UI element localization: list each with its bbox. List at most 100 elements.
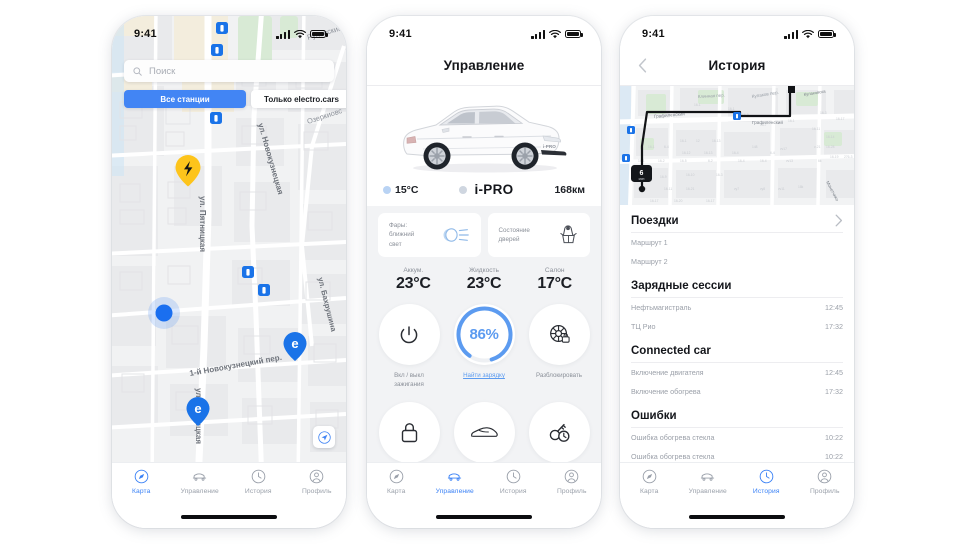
svg-text:16-3: 16-3 xyxy=(820,111,827,115)
svg-text:e: e xyxy=(194,401,201,416)
svg-text:16-1: 16-1 xyxy=(680,139,687,143)
key-clock-action[interactable] xyxy=(528,401,590,463)
section-header-trips[interactable]: Поездки xyxy=(631,205,843,232)
doors-card[interactable]: Состояние дверей xyxy=(487,213,590,257)
route-startpoint xyxy=(638,185,646,193)
wheel-lock-icon xyxy=(549,325,570,343)
svg-text:16-28: 16-28 xyxy=(826,145,835,149)
back-button[interactable] xyxy=(632,56,652,76)
map-view[interactable]: Руновский Озеркиовс ул. Пятницкая ул. Но… xyxy=(112,16,346,462)
tab-profile[interactable]: Профиль xyxy=(546,468,598,495)
svg-text:16-4: 16-4 xyxy=(732,151,739,155)
list-item-label: Ошибка обогрева стекла xyxy=(631,452,715,461)
list-item[interactable]: Ошибка обогрева стекла 10:22 xyxy=(631,428,843,447)
tab-history[interactable]: История xyxy=(487,468,539,495)
list-item[interactable]: Нефтьмагистраль 12:45 xyxy=(631,298,843,317)
temp-battery-caption: Аккум. xyxy=(403,267,424,274)
battery-ring-button[interactable]: 86% xyxy=(453,304,515,365)
tab-history[interactable]: История xyxy=(740,468,792,495)
doors-label: Состояние дверей xyxy=(498,226,530,243)
list-item-time: 12:45 xyxy=(825,368,843,377)
ignition-button[interactable] xyxy=(378,304,440,365)
lock-action[interactable] xyxy=(378,401,440,463)
svg-text:16-21: 16-21 xyxy=(686,187,695,191)
car-model-label: i-PRO xyxy=(474,182,514,197)
tab-control[interactable]: Управление xyxy=(682,468,734,495)
list-item[interactable]: Маршрут 2 xyxy=(631,252,843,271)
headlights-card[interactable]: Фары: ближний свет xyxy=(378,213,481,257)
key-clock-button[interactable] xyxy=(528,401,590,463)
list-item[interactable]: Маршрут 1 xyxy=(631,233,843,252)
route-map[interactable]: 16-1 12 16-13 16-12 16-13 16-4 16-1 6-4 16-1 1… xyxy=(620,86,854,205)
svg-text:16-3: 16-3 xyxy=(716,173,723,177)
compass-icon xyxy=(134,468,149,485)
temp-cabin-caption: Салон xyxy=(544,267,565,274)
temp-fluid-caption: Жидкость xyxy=(469,267,499,274)
chevron-right-icon[interactable] xyxy=(835,214,843,227)
car-outline-action[interactable] xyxy=(453,401,515,463)
section-header-charging[interactable]: Зарядные сессии xyxy=(631,271,843,297)
car-status-row: 15°C i-PRO 168км xyxy=(367,178,601,206)
unlock-button[interactable] xyxy=(528,304,590,365)
list-item[interactable]: Ошибка обогрева стекла 10:22 xyxy=(631,447,843,462)
list-item[interactable]: Включение обогрева 17:32 xyxy=(631,382,843,401)
car-model: i-PRO xyxy=(459,182,513,197)
ignition-action[interactable]: Вкл / выкл зажигания xyxy=(378,304,440,390)
status-dot-icon xyxy=(459,185,468,194)
find-charge-action[interactable]: 86% Найти зарядку xyxy=(453,304,515,390)
search-icon xyxy=(133,66,142,76)
svg-text:16-11: 16-11 xyxy=(812,127,820,131)
temperature-row: Аккум. 23°C Жидкость 23°C Салон 17°C xyxy=(378,267,590,293)
locate-me-button[interactable] xyxy=(313,426,335,448)
tab-profile[interactable]: Профиль xyxy=(291,468,343,495)
tab-map[interactable]: Карта xyxy=(370,468,422,495)
car-outline-button[interactable] xyxy=(453,401,515,463)
unlock-action[interactable]: Разблокировать xyxy=(528,304,590,390)
svg-text:мин: мин xyxy=(639,177,645,181)
svg-text:e: e xyxy=(291,336,298,351)
tab-bar: Карта Управление История Профиль xyxy=(112,462,346,506)
section-title: Зарядные сессии xyxy=(631,280,732,292)
tab-control[interactable]: Управление xyxy=(174,468,226,495)
tab-profile[interactable]: Профиль xyxy=(799,468,851,495)
control-screen: 9:41 Управление i-PRO 15°C i-PRO 168км Ф… xyxy=(367,16,601,528)
car-icon xyxy=(699,468,716,485)
person-icon xyxy=(309,468,324,485)
lock-button[interactable] xyxy=(378,401,440,463)
list-item[interactable]: Включение двигателя 12:45 xyxy=(631,363,843,382)
tab-map[interactable]: Карта xyxy=(115,468,167,495)
status-icons xyxy=(276,29,328,39)
battery-icon xyxy=(818,30,836,38)
battery-icon xyxy=(565,30,583,38)
tab-history-label: История xyxy=(499,488,527,496)
list-item-label: Нефтьмагистраль xyxy=(631,303,692,312)
clock-icon xyxy=(506,468,521,485)
svg-text:148: 148 xyxy=(752,145,758,149)
nav-bar: История xyxy=(620,46,854,86)
segment-all-stations[interactable]: Все станции xyxy=(124,90,246,108)
route-endpoint xyxy=(788,86,795,93)
section-header-connected-car[interactable]: Connected car xyxy=(631,336,843,362)
list-item[interactable]: ТЦ Рио 17:32 xyxy=(631,317,843,336)
tab-history-label: История xyxy=(752,488,780,496)
history-list: Поездки Маршрут 1 Маршрут 2 Зарядные сес… xyxy=(620,205,854,462)
svg-text:16-10: 16-10 xyxy=(686,173,695,177)
tab-history[interactable]: История xyxy=(232,468,284,495)
svg-text:16-1: 16-1 xyxy=(648,145,655,149)
lock-icon xyxy=(401,422,417,442)
section-header-errors[interactable]: Ошибки xyxy=(631,401,843,427)
home-indicator xyxy=(620,506,854,528)
tab-map-label: Карта xyxy=(640,488,659,496)
search-input[interactable]: Поиск xyxy=(124,60,334,82)
tab-map[interactable]: Карта xyxy=(623,468,675,495)
outside-temp-value: 15°C xyxy=(395,183,419,196)
cellular-signal-icon xyxy=(784,29,798,39)
find-charge-label[interactable]: Найти зарядку xyxy=(463,371,505,380)
ignition-label: Вкл / выкл зажигания xyxy=(394,372,424,389)
tab-control[interactable]: Управление xyxy=(429,468,481,495)
battery-icon xyxy=(310,30,328,38)
phone-history: 9:41 История 16-1 12 16-13 16-12 16-13 1… xyxy=(620,16,854,528)
history-section: Connected car Включение двигателя 12:45 … xyxy=(631,336,843,401)
segment-electro-cars[interactable]: Только electro.cars xyxy=(251,90,346,108)
home-indicator xyxy=(112,506,346,528)
